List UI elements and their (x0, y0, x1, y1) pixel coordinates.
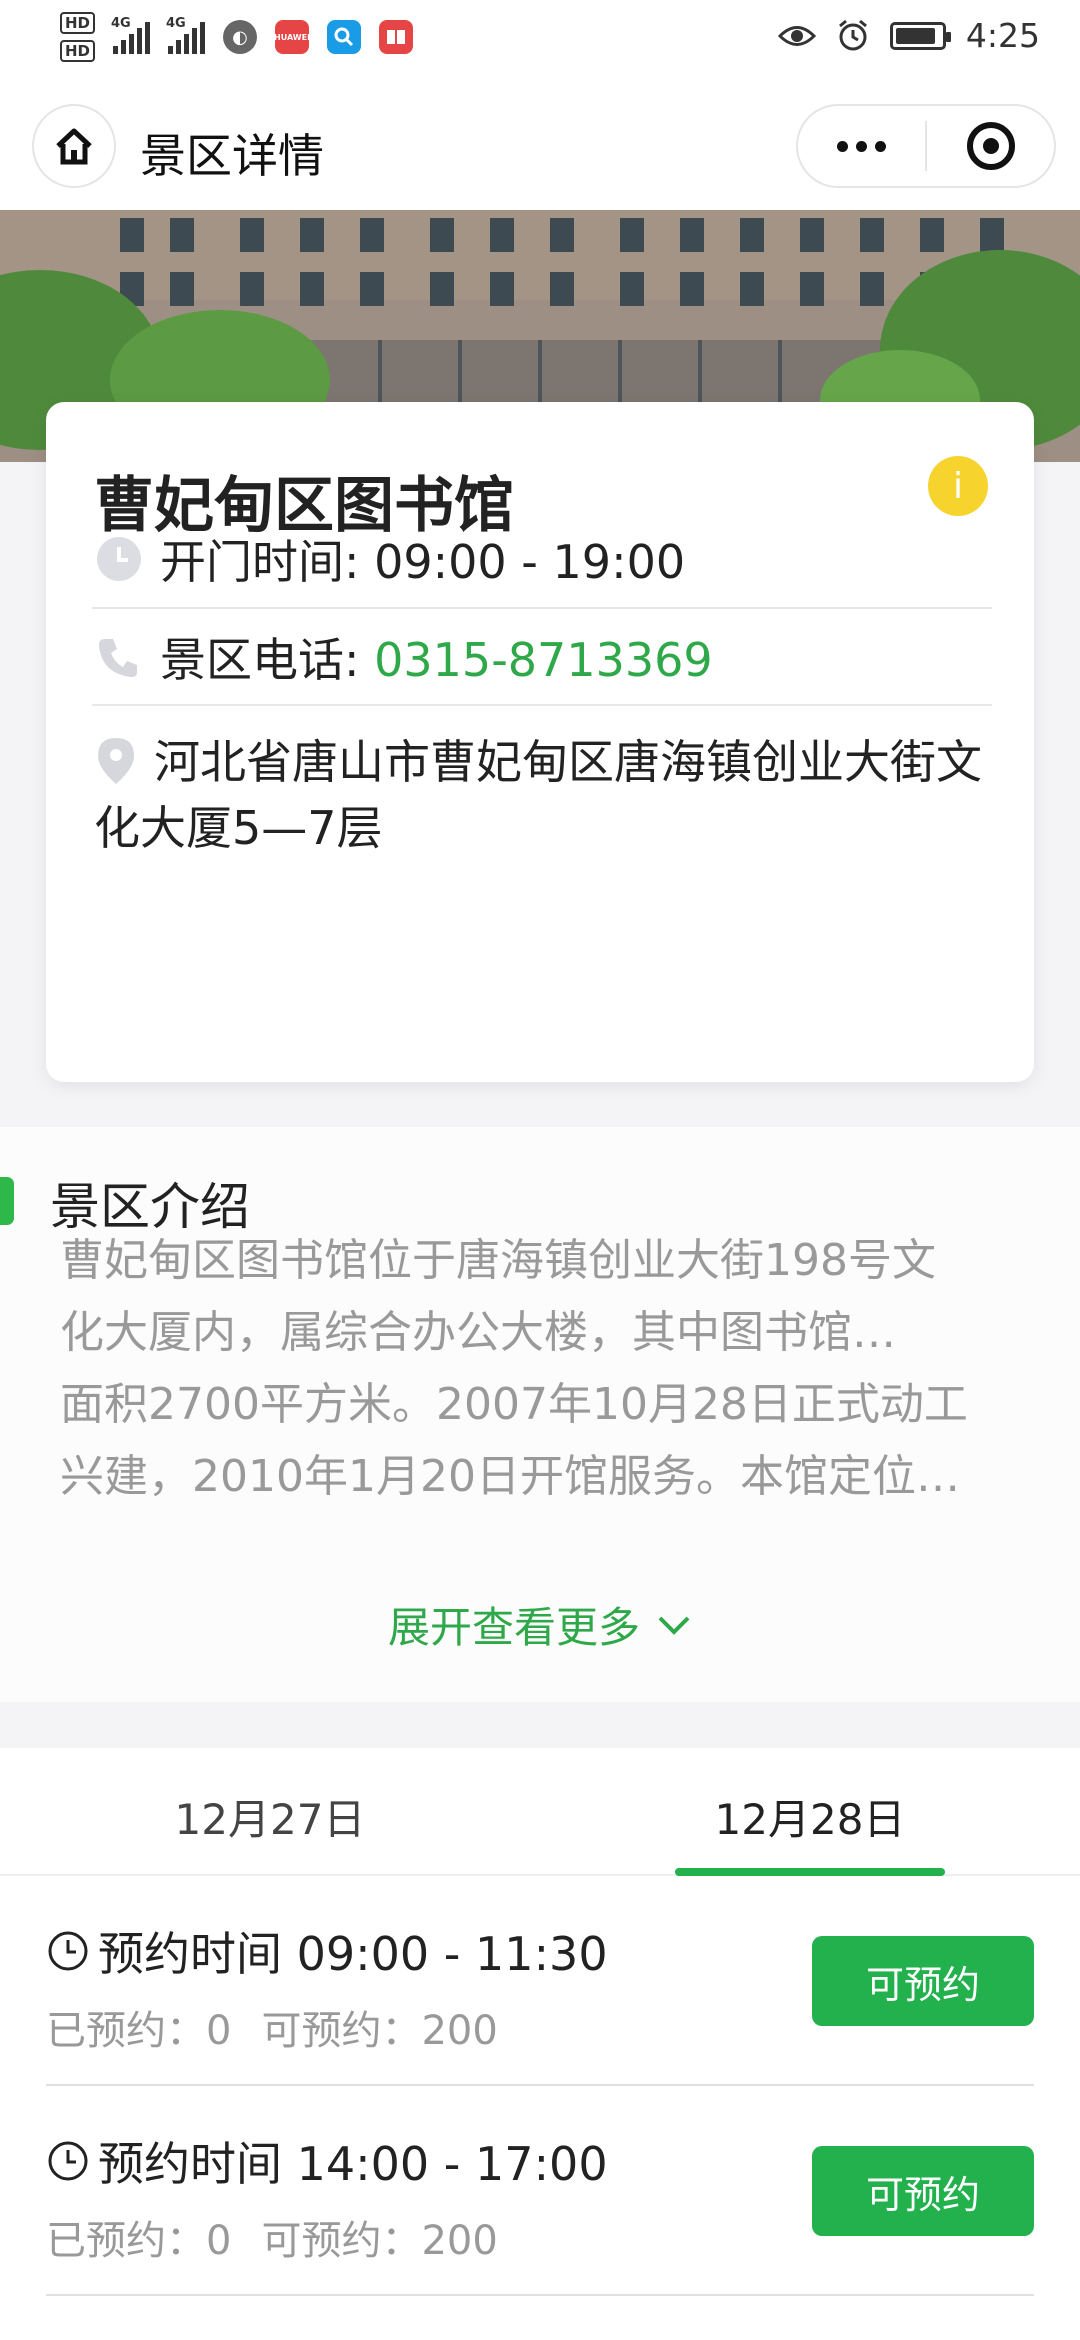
address-row[interactable]: 河北省唐山市曹妃甸区唐海镇创业大街文化大厦5—7层 (94, 729, 994, 861)
hours-label: 开门时间: (160, 535, 375, 589)
opening-hours-row: 开门时间: 09:00 - 19:00 (94, 529, 994, 589)
clock-outline-icon (48, 2141, 88, 2181)
expand-more-label: 展开查看更多 (387, 1603, 640, 1652)
booked-count: 已预约：0 (46, 2008, 232, 2054)
battery-fill (895, 27, 936, 44)
huawei-app-icon: HUAWEI (274, 20, 311, 54)
available-count: 可预约：200 (261, 2218, 498, 2264)
intro-line: 化大厦内，属综合办公大楼，其中图书馆… (60, 1307, 896, 1358)
time-slot: 预约时间 14:00 - 17:00 已预约：0 可预约：200 可预约 (46, 2086, 1034, 2296)
hours-value: 09:00 - 19:00 (374, 535, 686, 589)
phone-label: 景区电话: (160, 633, 375, 687)
intro-line: 兴建，2010年1月20日开馆服务。本馆定位… (60, 1451, 960, 1502)
phone-row[interactable]: 景区电话: 0315-8713369 (94, 627, 994, 687)
info-card: 曹妃甸区图书馆 i 开门时间: 09:00 - 19:00 景区电话: 0315… (46, 402, 1034, 1082)
status-bar: HD HD 4G 4G ◐ HUAWEI 4:25 (0, 0, 1080, 84)
battery-icon (889, 21, 951, 50)
net2-label: 4G (166, 16, 186, 31)
alarm-icon (838, 19, 867, 50)
reserve-button[interactable]: 可预约 (812, 2146, 1034, 2236)
huawei-app-label: HUAWEI (274, 32, 311, 42)
intro-text: 曹妃甸区图书馆位于唐海镇创业大街198号文 化大厦内，属综合办公大楼，其中图书馆… (60, 1225, 1020, 1513)
intro-line: 曹妃甸区图书馆位于唐海镇创业大街198号文 (60, 1235, 936, 1286)
hd1-badge: HD (60, 12, 96, 34)
location-pin-icon (94, 736, 144, 786)
status-left: HD HD 4G 4G ◐ HUAWEI (60, 12, 414, 62)
slot-time: 预约时间 14:00 - 17:00 (98, 2137, 608, 2191)
phone-icon (94, 632, 144, 682)
intro-section: 景区介绍 曹妃甸区图书馆位于唐海镇创业大街198号文 化大厦内，属综合办公大楼，… (0, 1127, 1080, 1702)
more-menu-button[interactable] (798, 106, 925, 186)
clock-icon (94, 534, 144, 584)
phone-link[interactable]: 0315-8713369 (374, 633, 713, 687)
signal1-icon: 4G (111, 16, 151, 54)
home-icon (56, 128, 92, 165)
date-tabs: 12月27日 12月28日 (0, 1748, 1080, 1876)
address-text: 河北省唐山市曹妃甸区唐海镇创业大街文化大厦5—7层 (94, 735, 982, 855)
active-tab-indicator (675, 1868, 945, 1876)
booked-count: 已预约：0 (46, 2218, 232, 2264)
divider (92, 607, 992, 609)
divider (92, 704, 992, 706)
home-button[interactable] (32, 104, 116, 188)
slot-stats: 已预约：0 可预约：200 (46, 2208, 528, 2266)
slot-time-row: 预约时间 09:00 - 11:30 (46, 1918, 608, 1984)
reserve-button[interactable]: 可预约 (812, 1936, 1034, 2026)
hd-indicators: HD HD (60, 12, 96, 62)
clock-outline-icon (48, 1931, 88, 1971)
more-dots-icon (837, 140, 886, 152)
search-app-icon (327, 20, 362, 54)
hd2-badge: HD (60, 40, 96, 62)
slot-stats: 已预约：0 可预约：200 (46, 1998, 528, 2056)
info-icon: i (952, 465, 963, 507)
available-count: 可预约：200 (261, 2008, 498, 2054)
info-button[interactable]: i (928, 456, 988, 516)
tab-date-2[interactable]: 12月28日 (540, 1786, 1080, 1847)
net1-label: 4G (111, 16, 131, 31)
intro-line: 面积2700平方米。2007年10月28日正式动工 (60, 1379, 968, 1430)
eye-icon (777, 25, 816, 46)
nav-bar: 景区详情 (0, 84, 1080, 210)
book-app-icon (379, 20, 414, 54)
page-title: 景区详情 (140, 129, 324, 183)
section-accent-bar (0, 1177, 14, 1225)
slot-time: 预约时间 09:00 - 11:30 (98, 1927, 608, 1981)
time-slot: 预约时间 09:00 - 11:30 已预约：0 可预约：200 可预约 (46, 1876, 1034, 2086)
mini-program-capsule (796, 104, 1056, 188)
expand-more-button[interactable]: 展开查看更多 (0, 1594, 1080, 1655)
status-right: 4:25 (777, 16, 1040, 55)
target-icon (966, 122, 1015, 170)
time-slot-list: 预约时间 09:00 - 11:30 已预约：0 可预约：200 可预约 预约时间… (0, 1876, 1080, 2340)
close-miniprogram-button[interactable] (927, 106, 1054, 186)
signal2-icon: 4G (166, 16, 206, 54)
browser-app-icon: ◐ (223, 20, 258, 54)
slot-time-row: 预约时间 14:00 - 17:00 (46, 2128, 608, 2194)
tab-date-1[interactable]: 12月27日 (0, 1786, 540, 1847)
clock: 4:25 (965, 16, 1040, 55)
chevron-down-icon (658, 1616, 690, 1635)
